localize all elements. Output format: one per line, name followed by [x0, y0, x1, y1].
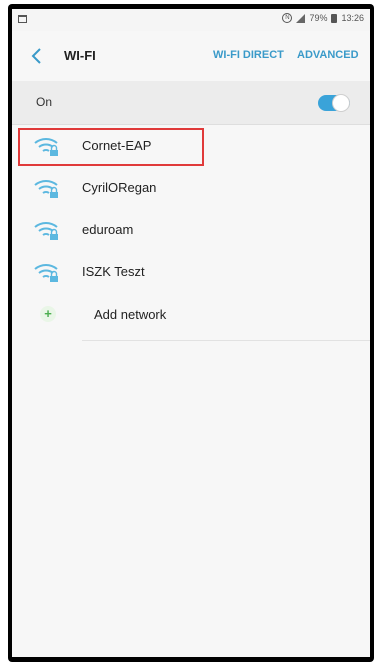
battery-percent: 79% — [309, 13, 328, 23]
network-name: CyrilORegan — [82, 180, 157, 195]
network-name: Cornet-EAP — [82, 138, 152, 153]
wifi-toggle-label: On — [36, 95, 53, 109]
wifi-locked-icon — [34, 264, 58, 282]
network-name: ISZK Teszt — [82, 264, 145, 279]
battery-icon — [331, 13, 338, 23]
screen: N 79% 13:26 WI-FI WI-FI DIRECT ADVANCED … — [12, 9, 370, 657]
wifi-toggle-row[interactable]: On — [12, 81, 370, 125]
add-network-label: Add network — [94, 307, 167, 322]
wifi-locked-icon — [34, 222, 58, 240]
back-arrow-icon[interactable] — [26, 45, 48, 67]
page-title: WI-FI — [64, 48, 96, 63]
network-item-cyriloregan[interactable]: CyrilORegan — [12, 167, 370, 209]
network-item-iszk-teszt[interactable]: ISZK Teszt — [12, 251, 370, 293]
network-item-cornet-eap[interactable]: Cornet-EAP — [12, 125, 370, 167]
plus-icon: + — [40, 306, 56, 322]
add-network-item[interactable]: + Add network — [12, 293, 370, 341]
phone-frame: N 79% 13:26 WI-FI WI-FI DIRECT ADVANCED … — [8, 4, 374, 662]
network-name: eduroam — [82, 222, 134, 237]
status-bar: N 79% 13:26 — [12, 9, 370, 31]
gallery-notification-icon — [18, 15, 27, 23]
wifi-locked-icon — [34, 180, 58, 198]
wifi-locked-icon — [34, 138, 58, 156]
clock: 13:26 — [341, 13, 364, 23]
app-bar: WI-FI WI-FI DIRECT ADVANCED — [12, 31, 370, 81]
signal-icon — [296, 13, 306, 23]
status-right: N 79% 13:26 — [282, 13, 364, 23]
nfc-icon: N — [282, 13, 293, 23]
network-list: Cornet-EAP CyrilORegan eduroam ISZK Tesz… — [12, 125, 370, 341]
wifi-direct-button[interactable]: WI-FI DIRECT — [213, 49, 284, 61]
advanced-button[interactable]: ADVANCED — [297, 49, 359, 61]
network-item-eduroam[interactable]: eduroam — [12, 209, 370, 251]
toggle-knob — [332, 94, 350, 112]
divider — [82, 340, 370, 341]
wifi-toggle-switch[interactable] — [318, 94, 350, 112]
